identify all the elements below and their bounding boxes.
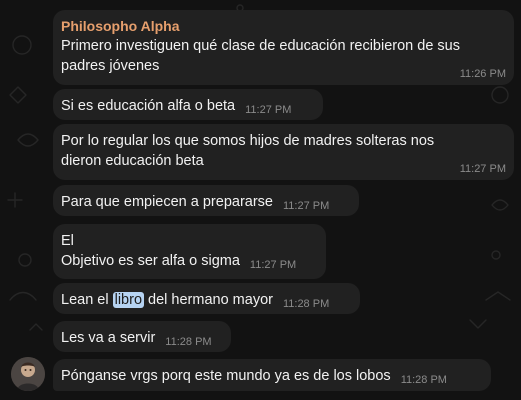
message-bubble[interactable]: Si es educación alfa o beta 11:27 PM: [53, 89, 323, 120]
message-timestamp: 11:27 PM: [283, 200, 330, 212]
message-timestamp: 11:27 PM: [245, 104, 292, 116]
message-timestamp: 11:27 PM: [249, 259, 297, 271]
sender-name[interactable]: Philosopho Alpha: [61, 17, 506, 35]
message-bubble[interactable]: Para que empiecen a prepararse 11:27 PM: [53, 185, 359, 216]
message-text: Primero investiguen qué clase de educaci…: [61, 36, 506, 76]
chat-message-list: Philosopho Alpha Primero investiguen qué…: [0, 0, 521, 400]
message-text-line: El: [61, 233, 74, 249]
message-timestamp: 11:28 PM: [400, 374, 447, 386]
message-bubble[interactable]: El Objetivo es ser alfa o sigma 11:27 PM: [53, 224, 326, 279]
message-text-line: Objetivo es ser alfa o sigma: [61, 253, 240, 269]
highlighted-link-text[interactable]: libro: [112, 292, 145, 308]
message-bubble[interactable]: Les va a servir 11:28 PM: [53, 321, 231, 352]
message-text: Les va a servir: [61, 330, 156, 346]
message-timestamp: 11:28 PM: [282, 298, 330, 310]
message-timestamp: 11:27 PM: [459, 163, 506, 175]
message-bubble[interactable]: Pónganse vrgs porq este mundo ya es de l…: [53, 359, 491, 391]
message-text: Por lo regular los que somos hijos de ma…: [61, 131, 506, 171]
message-text: Pónganse vrgs porq este mundo ya es de l…: [61, 368, 391, 384]
message-text: Lean el libro del hermano mayor: [61, 292, 273, 308]
message-text-line: Por lo regular los que somos hijos de ma…: [61, 133, 435, 149]
message-bubble[interactable]: Por lo regular los que somos hijos de ma…: [53, 124, 514, 180]
message-bubble[interactable]: Philosopho Alpha Primero investiguen qué…: [53, 10, 514, 85]
message-bubble[interactable]: Lean el libro del hermano mayor 11:28 PM: [53, 283, 360, 314]
message-text-line: padres jóvenes: [61, 58, 160, 74]
message-text-line: dieron educación beta: [61, 153, 204, 169]
user-avatar-icon[interactable]: [11, 357, 45, 391]
message-text-part: del hermano mayor: [144, 292, 273, 308]
avatar-image: [11, 357, 45, 391]
message-timestamp: 11:26 PM: [459, 68, 506, 80]
message-text: El Objetivo es ser alfa o sigma 11:27 PM: [61, 231, 318, 271]
message-text-line: Primero investiguen qué clase de educaci…: [61, 38, 460, 54]
message-text: Si es educación alfa o beta: [61, 98, 236, 114]
message-text: Para que empiecen a prepararse: [61, 194, 273, 210]
message-timestamp: 11:28 PM: [165, 336, 212, 348]
message-text-part: Lean el: [61, 292, 113, 308]
